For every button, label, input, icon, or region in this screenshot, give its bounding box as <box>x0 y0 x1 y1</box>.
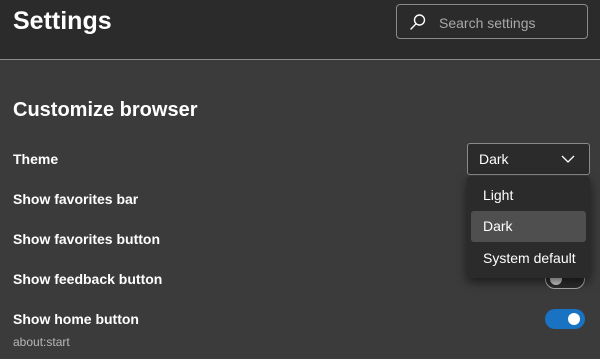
chevron-down-icon <box>561 155 575 163</box>
theme-dropdown-menu: Light Dark System default <box>467 176 590 278</box>
search-icon <box>410 14 426 30</box>
theme-select[interactable]: Dark <box>467 143 590 175</box>
search-box[interactable] <box>396 4 588 39</box>
theme-option-system-default[interactable]: System default <box>471 243 586 274</box>
theme-select-value: Dark <box>479 151 509 167</box>
show-favorites-bar-label: Show favorites bar <box>13 191 139 207</box>
theme-label: Theme <box>13 151 59 167</box>
settings-header: Settings <box>0 0 600 60</box>
page-title: Settings <box>13 7 112 35</box>
home-button-url: about:start <box>13 335 70 349</box>
show-home-button-toggle[interactable] <box>545 309 585 329</box>
section-title: Customize browser <box>13 99 198 121</box>
search-input[interactable] <box>437 11 581 35</box>
show-home-button-label: Show home button <box>13 311 139 327</box>
show-feedback-button-label: Show feedback button <box>13 271 163 287</box>
theme-option-dark[interactable]: Dark <box>471 211 586 242</box>
show-favorites-button-label: Show favorites button <box>13 231 160 247</box>
theme-option-light[interactable]: Light <box>471 180 586 211</box>
toggle-knob <box>568 313 580 325</box>
settings-app: Settings Customize browser Theme Dark Sh… <box>0 0 600 359</box>
